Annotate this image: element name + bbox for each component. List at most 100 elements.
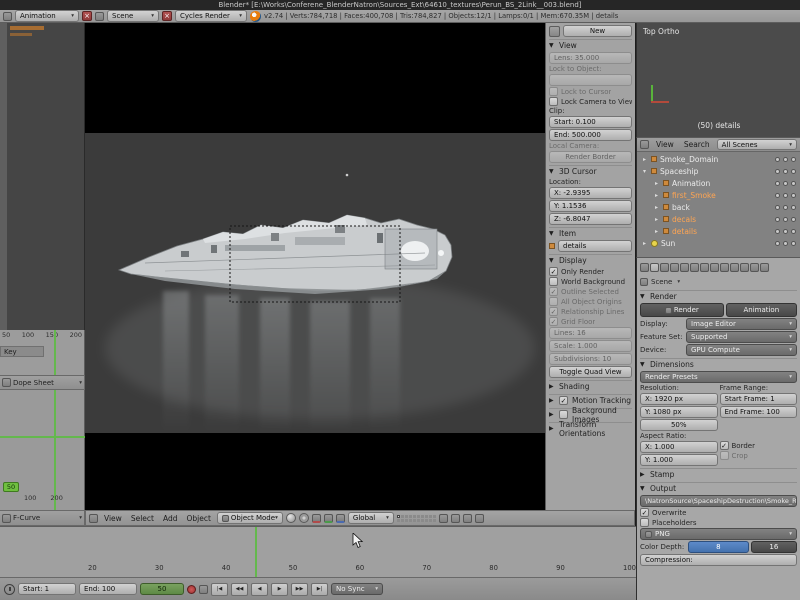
panel-expand-icon[interactable]: ▼ [549, 168, 556, 175]
menu-select[interactable]: Select [128, 514, 157, 523]
outliner-row[interactable]: ▸ decals [639, 213, 798, 225]
manipulator-translate-icon[interactable] [311, 513, 321, 523]
viewport-3d[interactable] [85, 23, 545, 510]
render-opengl-icon[interactable] [462, 513, 472, 523]
outliner-view-menu[interactable]: View [653, 140, 677, 149]
render-opengl-anim-icon[interactable] [474, 513, 484, 523]
outliner-row[interactable]: ▾ Spaceship [639, 165, 798, 177]
snap-magnet-icon[interactable] [438, 513, 448, 523]
graph-editor-content[interactable]: 50 100 200 [0, 390, 85, 510]
render-panel-title[interactable]: Render [650, 292, 677, 301]
pivot-center-icon[interactable] [298, 513, 309, 523]
panel-expand-icon[interactable]: ▶ [640, 471, 647, 478]
panel-expand-icon[interactable]: ▶ [549, 397, 556, 404]
selectability-toggle-icon[interactable] [783, 216, 788, 222]
visibility-toggle-icon[interactable] [775, 204, 780, 210]
view-panel-title[interactable]: View [559, 41, 577, 50]
item-name-field[interactable]: details [558, 240, 632, 252]
left-clipped-editor[interactable] [0, 23, 85, 330]
dope-channel-name[interactable]: Key [4, 348, 17, 356]
panel-expand-icon[interactable]: ▶ [549, 411, 556, 418]
current-frame-field[interactable]: 50 [140, 583, 184, 595]
resolution-x-field[interactable]: X: 1920 px [640, 393, 718, 405]
unlink-layout-button[interactable] [82, 11, 92, 21]
tab-object-icon[interactable] [690, 263, 699, 272]
next-keyframe-button[interactable]: ▶▶ [291, 582, 308, 596]
selectability-toggle-icon[interactable] [783, 192, 788, 198]
jump-to-end-button[interactable]: ▶| [311, 582, 328, 596]
expand-arrow-icon[interactable]: ▸ [641, 240, 648, 247]
expand-arrow-icon[interactable]: ▸ [641, 156, 648, 163]
crop-checkbox[interactable] [719, 451, 729, 460]
clip-start-field[interactable]: Start: 0.100 [549, 116, 632, 128]
dope-sheet-content[interactable]: 50 100 150 200 Key [0, 330, 85, 375]
menu-object[interactable]: Object [183, 514, 213, 523]
spaceship-model[interactable] [85, 133, 545, 433]
renderability-toggle-icon[interactable] [791, 204, 796, 210]
panel-expand-icon[interactable]: ▶ [549, 425, 556, 432]
tab-world-icon[interactable] [680, 263, 689, 272]
outliner-row[interactable]: ▸ first_Smoke [639, 189, 798, 201]
tab-data-icon[interactable] [720, 263, 729, 272]
resolution-percentage-slider[interactable]: 50% [640, 419, 718, 431]
border-checkbox[interactable] [719, 441, 729, 450]
grid-scale-field[interactable]: Scale: 1.000 [549, 340, 632, 352]
motion-tracking-panel-title[interactable]: Motion Tracking [572, 396, 631, 405]
editor-type-icon[interactable] [3, 11, 12, 21]
selectability-toggle-icon[interactable] [783, 240, 788, 246]
tab-texture-icon[interactable] [740, 263, 749, 272]
new-button[interactable]: New [563, 25, 632, 37]
display-panel-title[interactable]: Display [559, 256, 587, 265]
panel-expand-icon[interactable]: ▼ [640, 361, 647, 368]
editor-type-icon[interactable] [640, 140, 649, 149]
clip-end-field[interactable]: End: 500.000 [549, 129, 632, 141]
unlink-scene-button[interactable] [162, 11, 172, 21]
outline-selected-checkbox[interactable] [549, 287, 558, 296]
tab-constraints-icon[interactable] [700, 263, 709, 272]
aspect-x-field[interactable]: X: 1.000 [640, 441, 718, 453]
visibility-toggle-icon[interactable] [775, 168, 780, 174]
scene-dropdown[interactable]: Scene ▾ [107, 10, 159, 22]
outliner-row[interactable]: ▸ Smoke_Domain [639, 153, 798, 165]
lock-camera-checkbox[interactable] [549, 97, 558, 106]
color-depth-16-button[interactable]: 16 [750, 541, 797, 553]
background-images-checkbox[interactable] [559, 410, 568, 419]
selectability-toggle-icon[interactable] [783, 156, 788, 162]
editor-type-icon[interactable] [640, 263, 649, 272]
selectability-toggle-icon[interactable] [783, 228, 788, 234]
motion-tracking-checkbox[interactable] [559, 396, 568, 405]
breadcrumb[interactable]: Scene [651, 278, 672, 286]
expand-arrow-icon[interactable]: ▸ [653, 180, 660, 187]
feature-set-dropdown[interactable]: Supported ▾ [686, 331, 797, 343]
visibility-toggle-icon[interactable] [775, 156, 780, 162]
visibility-toggle-icon[interactable] [775, 240, 780, 246]
timeline-ruler[interactable]: 20 30 40 50 60 70 80 90 100 [88, 564, 636, 572]
outliner-row[interactable]: ▸ details [639, 225, 798, 237]
dope-sheet-mode[interactable]: Dope Sheet [13, 379, 54, 387]
grid-subdivisions-field[interactable]: Subdivisions: 10 [549, 353, 632, 365]
outliner-scope-dropdown[interactable]: All Scenes ▾ [716, 139, 797, 150]
tab-physics-icon[interactable] [760, 263, 769, 272]
output-path-field[interactable]: \NatronSource\SpaceshipDestruction\Smoke… [640, 495, 797, 507]
selectability-toggle-icon[interactable] [783, 204, 788, 210]
file-format-dropdown[interactable]: PNG ▾ [640, 528, 797, 540]
panel-expand-icon[interactable]: ▼ [549, 230, 556, 237]
timeline-content[interactable]: 20 30 40 50 60 70 80 90 100 [0, 526, 636, 578]
layers-widget[interactable] [396, 514, 436, 522]
screen-layout-dropdown[interactable]: Animation ▾ [15, 10, 79, 22]
outliner-row[interactable]: ▸ Sun [639, 237, 798, 249]
graph-editor-mode[interactable]: F-Curve [13, 514, 40, 522]
menu-add[interactable]: Add [160, 514, 181, 523]
stamp-panel-title[interactable]: Stamp [650, 470, 674, 479]
output-panel-title[interactable]: Output [650, 484, 676, 493]
render-presets-dropdown[interactable]: Render Presets ▾ [640, 371, 797, 383]
lock-object-field[interactable] [549, 74, 632, 86]
mini-viewport-top[interactable]: Top Ortho (50) details [636, 23, 800, 137]
clock-icon[interactable] [4, 583, 15, 595]
outliner-search-menu[interactable]: Search [681, 140, 713, 149]
left-editor-scrollbar[interactable] [0, 23, 7, 330]
play-button[interactable]: ▶ [271, 582, 288, 596]
color-depth-8-button[interactable]: 8 [688, 541, 749, 553]
placeholders-checkbox[interactable] [640, 518, 649, 527]
render-border-button[interactable]: Render Border [549, 151, 632, 163]
